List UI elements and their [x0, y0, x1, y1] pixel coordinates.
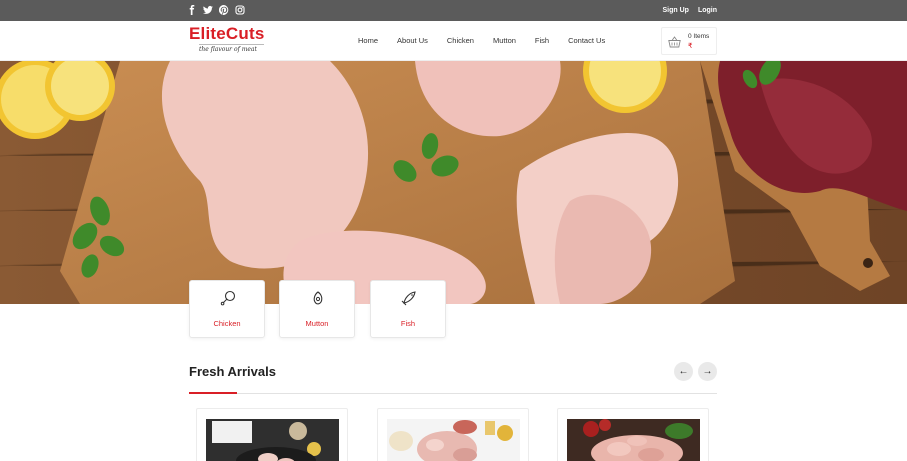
login-link[interactable]: Login	[698, 5, 717, 16]
cart-widget[interactable]: 0 Items ₹	[661, 27, 717, 55]
nav-fish[interactable]: Fish	[535, 36, 549, 46]
logo-tagline: the flavour of meat	[199, 44, 265, 54]
section-title: Fresh Arrivals	[189, 364, 276, 379]
category-label: Mutton	[305, 319, 329, 328]
twitter-icon[interactable]	[203, 5, 213, 15]
nav-home[interactable]: Home	[358, 36, 378, 46]
site-header: EliteCuts the flavour of meat Home About…	[0, 21, 907, 61]
product-card[interactable]	[557, 408, 709, 461]
mutton-icon	[310, 290, 326, 306]
instagram-icon[interactable]	[235, 5, 245, 15]
cart-total: ₹	[688, 43, 693, 50]
nav-chicken[interactable]: Chicken	[447, 36, 474, 46]
fish-icon	[401, 290, 417, 306]
social-links	[187, 5, 245, 15]
signup-link[interactable]: Sign Up	[662, 5, 688, 16]
nav-about-us[interactable]: About Us	[397, 36, 428, 46]
carousel-prev-button[interactable]: ←	[674, 362, 693, 381]
top-bar: Sign Up Login	[0, 0, 907, 21]
category-card-chicken[interactable]: Chicken	[189, 280, 265, 338]
carousel-next-button[interactable]: →	[698, 362, 717, 381]
site-logo[interactable]: EliteCuts the flavour of meat	[189, 24, 265, 54]
product-image[interactable]	[206, 419, 339, 461]
category-label: Chicken	[213, 319, 241, 328]
section-divider-accent	[189, 392, 237, 394]
category-card-mutton[interactable]: Mutton	[279, 280, 355, 338]
product-image[interactable]	[567, 419, 700, 461]
logo-text: EliteCuts	[189, 24, 265, 43]
category-card-fish[interactable]: Fish	[370, 280, 446, 338]
cart-item-count: 0 Items	[688, 33, 710, 40]
nav-contact-us[interactable]: Contact Us	[568, 36, 605, 46]
main-nav: Home About Us Chicken Mutton Fish Contac…	[358, 36, 605, 46]
auth-links: Sign Up Login	[662, 5, 717, 16]
pinterest-icon[interactable]	[219, 5, 229, 15]
product-card[interactable]	[196, 408, 348, 461]
section-divider	[189, 393, 717, 394]
product-image[interactable]	[387, 419, 520, 461]
facebook-icon[interactable]	[187, 5, 197, 15]
basket-icon	[668, 36, 681, 48]
product-card[interactable]	[377, 408, 529, 461]
drumstick-icon	[220, 290, 236, 306]
hero-banner	[0, 61, 907, 304]
category-label: Fish	[400, 319, 416, 328]
nav-mutton[interactable]: Mutton	[493, 36, 516, 46]
